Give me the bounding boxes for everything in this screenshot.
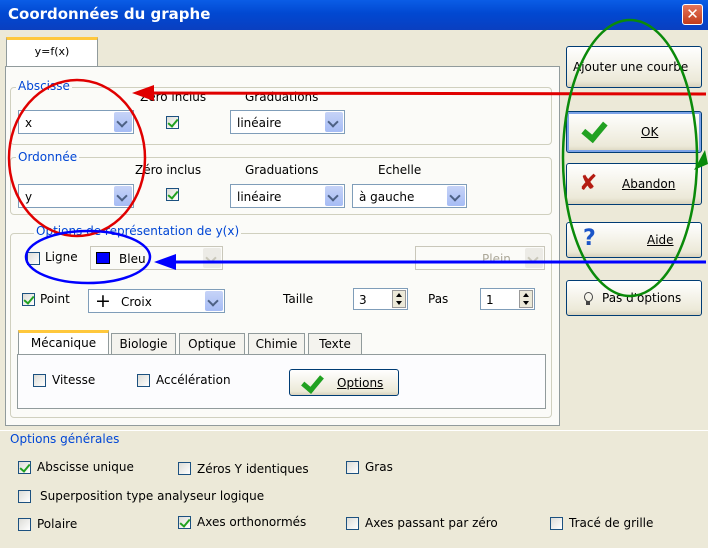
subtab-mecanique[interactable]: Mécanique bbox=[18, 330, 109, 356]
vitesse-checkbox[interactable] bbox=[33, 374, 46, 387]
polaire-checkbox[interactable] bbox=[18, 518, 31, 531]
color-swatch bbox=[96, 252, 110, 264]
ligne-checkbox[interactable] bbox=[27, 252, 40, 265]
ligne-style-select[interactable]: Plein bbox=[415, 246, 545, 270]
cross-icon: + bbox=[95, 290, 111, 312]
point-label: Point bbox=[40, 292, 70, 306]
spin-arrows-icon[interactable] bbox=[519, 290, 533, 308]
trace-grille-checkbox[interactable] bbox=[550, 517, 563, 530]
close-button[interactable]: ✕ bbox=[682, 4, 703, 25]
axes-ortho-label: Axes orthonormés bbox=[197, 515, 307, 529]
ordonnee-zero-label: Zéro inclus bbox=[135, 163, 202, 177]
axes-zero-label: Axes passant par zéro bbox=[365, 516, 498, 530]
ordonnee-echelle-label: Echelle bbox=[378, 163, 422, 177]
help-icon: ? bbox=[583, 226, 596, 251]
ok-button[interactable]: OK bbox=[566, 111, 702, 153]
ok-label: OK bbox=[641, 125, 659, 139]
subtab-chimie[interactable]: Chimie bbox=[248, 333, 305, 355]
abscisse-legend: Abscisse bbox=[16, 79, 72, 93]
chevron-down-icon[interactable] bbox=[325, 112, 343, 132]
options-button-label: Options bbox=[337, 376, 384, 390]
window-title: Coordonnées du graphe bbox=[8, 5, 211, 23]
axes-ortho-checkbox[interactable] bbox=[178, 516, 191, 529]
ligne-style-value: Plein bbox=[482, 252, 511, 266]
abscisse-zero-label: Zéro inclus bbox=[140, 90, 207, 104]
superposition-label: Superposition type analyseur logique bbox=[40, 489, 265, 503]
subtab-optique[interactable]: Optique bbox=[179, 333, 245, 355]
options-button[interactable]: Options bbox=[289, 369, 399, 396]
trace-grille-label: Tracé de grille bbox=[569, 516, 654, 530]
ordonnee-grad-label: Graduations bbox=[245, 163, 319, 177]
point-checkbox[interactable] bbox=[22, 293, 35, 306]
chevron-down-icon[interactable] bbox=[205, 291, 223, 311]
pas-options-label: Pas d'options bbox=[602, 291, 682, 305]
pas-label: Pas bbox=[428, 292, 449, 306]
taille-spinner[interactable]: 3 bbox=[353, 288, 408, 310]
taille-label: Taille bbox=[283, 292, 314, 306]
aide-button[interactable]: ? Aide bbox=[566, 222, 702, 258]
acceleration-checkbox[interactable] bbox=[137, 374, 150, 387]
ordonnee-select[interactable]: y bbox=[18, 184, 134, 208]
abscisse-select-value: x bbox=[25, 116, 33, 130]
check-icon bbox=[301, 370, 324, 394]
abscisse-grad-label: Graduations bbox=[245, 90, 319, 104]
ordonnee-grad-value: linéaire bbox=[237, 190, 282, 204]
aide-label: Aide bbox=[647, 233, 674, 247]
chevron-down-icon[interactable] bbox=[203, 248, 221, 268]
abscisse-unique-label: Abscisse unique bbox=[37, 460, 134, 474]
abandon-button[interactable]: ✘ Abandon bbox=[566, 163, 702, 205]
ordonnee-zero-checkbox[interactable] bbox=[166, 188, 179, 201]
ordonnee-legend: Ordonnée bbox=[16, 150, 80, 164]
abandon-label: Abandon bbox=[622, 177, 676, 191]
tab-yfx[interactable]: y=f(x) bbox=[6, 37, 98, 67]
point-value: Croix bbox=[121, 295, 152, 309]
chevron-down-icon[interactable] bbox=[447, 186, 465, 206]
mecanique-panel bbox=[17, 354, 546, 409]
polaire-label: Polaire bbox=[37, 517, 78, 531]
ligne-color-value: Bleu bbox=[119, 252, 146, 266]
superposition-checkbox[interactable] bbox=[18, 490, 31, 503]
acceleration-label: Accélération bbox=[156, 373, 231, 387]
cancel-x-icon: ✘ bbox=[579, 171, 598, 196]
chevron-down-icon[interactable] bbox=[525, 248, 543, 268]
pas-options-button[interactable]: Pas d'options bbox=[566, 280, 702, 316]
abscisse-select[interactable]: x bbox=[18, 110, 134, 134]
options-yx-legend: Options de représentation de y(x) bbox=[34, 224, 242, 238]
pas-spinner[interactable]: 1 bbox=[480, 288, 535, 310]
zeros-y-label: Zéros Y identiques bbox=[197, 462, 309, 476]
ligne-label: Ligne bbox=[45, 250, 78, 264]
chevron-down-icon[interactable] bbox=[114, 186, 132, 206]
options-generales-legend: Options générales bbox=[10, 432, 120, 446]
vitesse-label: Vitesse bbox=[52, 373, 96, 387]
abscisse-grad-select[interactable]: linéaire bbox=[230, 110, 345, 134]
spin-arrows-icon[interactable] bbox=[392, 290, 406, 308]
subtab-texte[interactable]: Texte bbox=[308, 333, 362, 355]
ordonnee-grad-select[interactable]: linéaire bbox=[230, 184, 345, 208]
point-select[interactable]: + Croix bbox=[88, 289, 225, 313]
gras-label: Gras bbox=[365, 460, 393, 474]
abscisse-grad-value: linéaire bbox=[237, 116, 282, 130]
ligne-color-select[interactable]: Bleu bbox=[90, 246, 223, 270]
check-icon bbox=[581, 115, 608, 144]
abscisse-unique-checkbox[interactable] bbox=[18, 461, 31, 474]
subtab-biologie[interactable]: Biologie bbox=[111, 333, 176, 355]
ordonnee-echelle-value: à gauche bbox=[359, 190, 415, 204]
chevron-down-icon[interactable] bbox=[325, 186, 343, 206]
ordonnee-select-value: y bbox=[25, 190, 33, 204]
chevron-down-icon[interactable] bbox=[114, 112, 132, 132]
taille-value: 3 bbox=[359, 293, 367, 307]
ajouter-courbe-label: Ajouter une courbe bbox=[573, 60, 689, 74]
gras-checkbox[interactable] bbox=[346, 461, 359, 474]
ordonnee-echelle-select[interactable]: à gauche bbox=[352, 184, 467, 208]
pas-value: 1 bbox=[486, 293, 494, 307]
axes-zero-checkbox[interactable] bbox=[346, 517, 359, 530]
zeros-y-checkbox[interactable] bbox=[178, 462, 191, 475]
abscisse-zero-checkbox[interactable] bbox=[166, 116, 179, 129]
lightbulb-base bbox=[586, 301, 590, 305]
ajouter-courbe-button[interactable]: Ajouter une courbe bbox=[566, 46, 702, 88]
